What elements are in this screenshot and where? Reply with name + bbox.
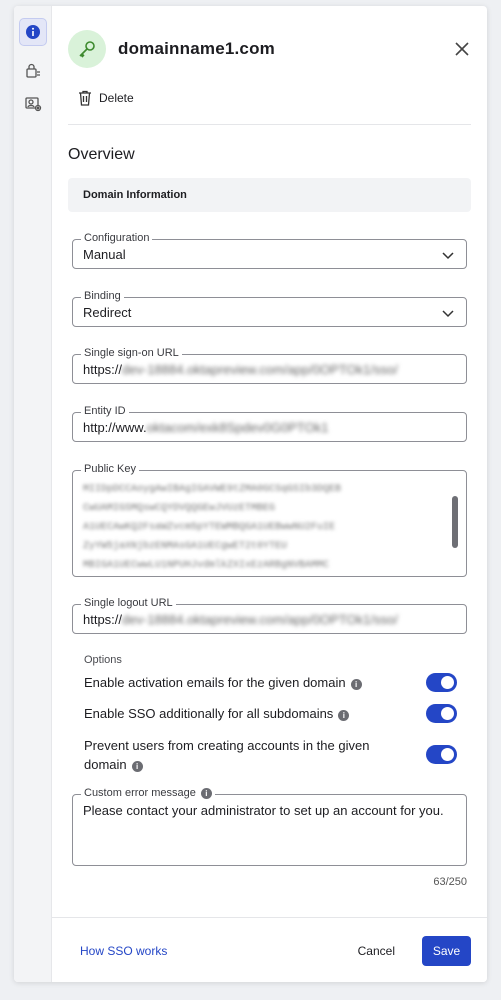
sso-url-redacted: dev-18884.oktapreview.com/app/0OPTOk1/ss… — [122, 362, 398, 377]
info-tab[interactable] — [19, 18, 47, 46]
security-tab[interactable] — [19, 57, 47, 85]
slo-url-label: Single logout URL — [81, 597, 176, 609]
sso-url-prefix: https:// — [83, 362, 123, 377]
entity-id-value: http://www.oktacom/exk8Spdev0G0PTOk1 — [83, 420, 328, 435]
public-key-scrollbar[interactable] — [452, 496, 458, 548]
entity-id-label: Entity ID — [81, 405, 129, 417]
option-prevent-accounts: Prevent users from creating accounts in … — [84, 736, 404, 774]
info-icon[interactable]: i — [131, 761, 143, 772]
page-title: domainname1.com — [118, 39, 275, 58]
public-key-field[interactable]: Public Key MIIDpDCCAoygAwIBAgIGAVWE9tZMA… — [72, 463, 467, 577]
key-icon — [79, 41, 95, 58]
public-key-text: MIIDpDCCAoygAwIBAgIGAVWE9tZMA0GCSqGSIb3D… — [83, 480, 444, 575]
sso-url-value: https://dev-18884.oktapreview.com/app/0O… — [83, 362, 398, 377]
character-counter: 63/250 — [433, 876, 467, 888]
slo-url-redacted: dev-18884.oktapreview.com/app/0OPTOk1/ss… — [122, 612, 398, 627]
user-settings-icon — [25, 97, 42, 112]
slo-url-prefix: https:// — [83, 612, 123, 627]
configuration-value: Manual — [83, 247, 126, 262]
public-key-line: A1UECAwKQ2FsaWZvcm5pYTEWMBQGA1UEBwwNU2Fu… — [83, 522, 336, 533]
domain-detail-card: domainname1.com Delete Overview Domain I… — [14, 6, 487, 982]
overview-heading: Overview — [68, 146, 135, 163]
public-key-line: CwUAMIGSMQswCQYDVQQGEwJVUzETMBEG — [83, 503, 276, 514]
sso-url-field[interactable]: Single sign-on URL https://dev-18884.okt… — [72, 347, 467, 384]
public-key-line: MBIGA1UECwwLU1NPUHJvdmlkZXIxEzARBgNVBAMM… — [83, 560, 330, 571]
delete-label: Delete — [99, 91, 134, 105]
configuration-label: Configuration — [81, 232, 153, 244]
chevron-down-icon — [442, 310, 454, 318]
entity-id-field[interactable]: Entity ID http://www.oktacom/exk8Spdev0G… — [72, 405, 467, 442]
binding-value: Redirect — [83, 305, 132, 320]
option-label: Enable activation emails for the given d… — [84, 675, 346, 690]
domain-information-section: Domain Information — [68, 178, 471, 212]
entity-id-redacted: oktacom/exk8Spdev0G0PTOk1 — [146, 420, 329, 435]
option-subdomains: Enable SSO additionally for all subdomai… — [84, 704, 384, 723]
custom-error-label: Custom error message i — [81, 787, 215, 799]
option-activation-emails: Enable activation emails for the given d… — [84, 673, 384, 692]
subdomains-toggle[interactable] — [426, 704, 457, 723]
lock-list-icon — [26, 63, 40, 78]
trash-icon — [79, 90, 91, 106]
slo-url-field[interactable]: Single logout URL https://dev-18884.okta… — [72, 597, 467, 634]
configuration-select[interactable]: Configuration Manual — [72, 232, 467, 269]
custom-error-textarea[interactable]: Custom error message i Please contact you… — [72, 787, 467, 866]
entity-id-prefix: http://www. — [83, 420, 147, 435]
how-sso-works-link[interactable]: How SSO works — [80, 944, 167, 958]
header-divider — [68, 124, 471, 125]
domain-icon-badge — [68, 30, 106, 68]
info-icon[interactable]: i — [350, 679, 362, 690]
section-title: Domain Information — [83, 189, 187, 201]
option-label: Enable SSO additionally for all subdomai… — [84, 706, 334, 721]
activation-emails-toggle[interactable] — [426, 673, 457, 692]
chevron-down-icon — [442, 252, 454, 260]
sso-url-label: Single sign-on URL — [81, 347, 182, 359]
side-rail — [14, 6, 52, 982]
options-heading: Options — [84, 654, 122, 666]
binding-select[interactable]: Binding Redirect — [72, 290, 467, 327]
save-button[interactable]: Save — [422, 936, 471, 966]
cancel-button[interactable]: Cancel — [358, 944, 395, 958]
delete-button[interactable]: Delete — [78, 90, 134, 106]
custom-error-label-text: Custom error message — [84, 787, 196, 799]
public-key-line: ZyYW5jaXNjbzENMAsGA1UECgwET2t0YTEU — [83, 541, 288, 552]
slo-url-value: https://dev-18884.oktapreview.com/app/0O… — [83, 612, 398, 627]
close-icon[interactable] — [453, 40, 471, 58]
footer: How SSO works Cancel Save — [52, 918, 487, 982]
custom-error-value: Please contact your administrator to set… — [83, 803, 444, 818]
info-icon[interactable]: i — [338, 710, 350, 721]
public-key-line: MIIDpDCCAoygAwIBAgIGAVWE9tZMA0GCSqGSIb3D… — [83, 484, 342, 495]
detail-panel: domainname1.com Delete Overview Domain I… — [52, 6, 487, 982]
info-icon — [26, 25, 40, 39]
binding-label: Binding — [81, 290, 124, 302]
user-settings-tab[interactable] — [19, 90, 47, 118]
info-icon[interactable]: i — [200, 788, 212, 799]
option-label: Prevent users from creating accounts in … — [84, 738, 370, 772]
prevent-accounts-toggle[interactable] — [426, 745, 457, 764]
public-key-label: Public Key — [81, 463, 139, 475]
